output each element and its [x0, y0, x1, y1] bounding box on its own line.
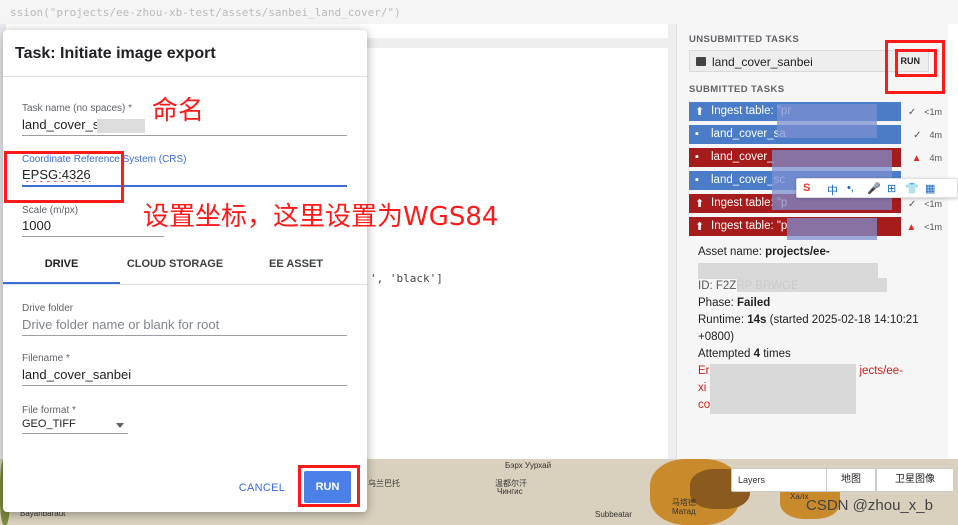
tab-ee-asset[interactable]: EE ASSET [240, 256, 352, 284]
upload-icon: ⬆ [695, 198, 705, 210]
apps-grid-icon[interactable]: ▦ [925, 182, 935, 195]
file-format-label: File format * [22, 405, 76, 416]
tabs-divider [3, 284, 367, 285]
unsubmitted-task-name: land_cover_sanbei [712, 55, 813, 69]
microphone-icon[interactable]: 🎤 [867, 182, 881, 195]
task-meta: ▲ <1m [906, 222, 942, 233]
code-line: ', 'black'] [370, 272, 443, 285]
ime-punctuation-toggle[interactable]: •, [847, 182, 854, 194]
asset-name-value: projects/ee- [765, 246, 830, 258]
runtime-value: 14s [747, 314, 767, 326]
asset-name-line: Asset name: projects/ee- [698, 246, 830, 258]
drive-folder-label: Drive folder [22, 303, 74, 314]
check-icon: ✓ [907, 199, 917, 210]
task-time: <1m [924, 222, 942, 232]
task-meta: ✓ 4m [913, 130, 942, 141]
tab-drive[interactable]: DRIVE [3, 256, 120, 284]
layers-label: Layers [738, 475, 766, 485]
phase-line: Phase: Failed [698, 297, 770, 309]
scale-label: Scale (m/px) [22, 205, 79, 216]
attempted-count: 4 [753, 348, 761, 360]
redaction-blur [97, 119, 145, 133]
redaction-blur [787, 218, 877, 240]
file-format-select[interactable]: GEO_TIFF [22, 416, 128, 434]
task-label: land_cover_ [711, 151, 774, 163]
keyboard-icon[interactable]: ⊞ [887, 182, 896, 195]
code-line: ssion("projects/ee-zhou-xb-test/assets/s… [10, 6, 401, 19]
map-type-button[interactable]: 地图 [826, 468, 876, 492]
warning-icon: ▲ [911, 153, 922, 164]
unsubmitted-tasks-title: UNSUBMITTED TASKS [689, 34, 800, 45]
drive-folder-input[interactable] [22, 316, 347, 336]
error-start: Er [698, 365, 710, 377]
image-icon [696, 57, 706, 66]
map-place-label: 乌兰巴托 [368, 479, 400, 488]
warning-icon: ▲ [906, 222, 917, 233]
runtime-timezone: +0800) [698, 331, 735, 343]
check-icon: ✓ [913, 130, 922, 141]
dialog-title: Task: Initiate image export [15, 45, 216, 62]
redaction-blur [737, 278, 887, 292]
runtime-label: Runtime: [698, 314, 745, 326]
attempted-suffix: times [763, 348, 791, 360]
task-time: 4m [929, 153, 942, 163]
task-label: land_cover_sa [711, 128, 786, 140]
cancel-button[interactable]: CANCEL [231, 476, 293, 500]
check-icon: ✓ [907, 107, 917, 118]
attempted-prefix: Attempted [698, 348, 751, 360]
upload-icon: ⬆ [695, 221, 705, 233]
task-meta: ✓ <1m [908, 107, 942, 118]
task-time: 4m [929, 130, 942, 140]
satellite-type-button[interactable]: 卫星图像 [876, 468, 954, 492]
image-icon: ▪ [695, 128, 699, 140]
redaction-blur [698, 263, 878, 279]
redaction-blur [710, 364, 856, 414]
map-place-label: Матад [672, 507, 696, 516]
upload-icon: ⬆ [695, 106, 705, 118]
annotation-naming-note: 命名 [152, 96, 205, 126]
editor-top-bar: ssion("projects/ee-zhou-xb-test/assets/s… [0, 0, 958, 24]
task-label: Ingest table: "p [711, 220, 788, 232]
error-line: xi [698, 382, 707, 394]
watermark: CSDN @zhou_x_b [806, 497, 933, 514]
asset-name-label: Asset name: [698, 246, 762, 258]
tab-cloud-storage[interactable]: CLOUD STORAGE [120, 256, 230, 284]
attempted-line: Attempted 4 times [698, 348, 791, 360]
file-format-value: GEO_TIFF [22, 418, 76, 430]
runtime-line: Runtime: 14s (started 2025-02-18 14:10:2… [698, 314, 919, 326]
ime-toolbar[interactable]: S 中 •, 🎤 ⊞ 👕 ▦ [796, 178, 958, 198]
annotation-crs-note: 设置坐标，这里设置为WGS84 [143, 202, 499, 232]
caret-down-icon [116, 423, 124, 428]
map-place-label: Subbeatar [595, 510, 632, 519]
image-icon: ▪ [695, 174, 699, 186]
skin-icon[interactable]: 👕 [905, 182, 919, 195]
task-time: <1m [924, 199, 942, 209]
image-icon: ▪ [695, 151, 699, 163]
task-time: <1m [924, 107, 942, 117]
map-place-label: Чингис [497, 487, 523, 496]
task-meta: ▲ 4m [912, 153, 942, 164]
phase-value: Failed [737, 297, 771, 309]
annotation-box-run-button [298, 465, 360, 507]
map-place-label: Бэрх Уурхай [505, 461, 552, 470]
ime-language-toggle[interactable]: 中 [827, 182, 838, 198]
submitted-tasks-title: SUBMITTED TASKS [689, 84, 785, 95]
error-line: co [698, 399, 711, 411]
filename-label: Filename * [22, 353, 70, 364]
annotation-box-run-task-inner [895, 49, 937, 77]
task-meta: ✓ <1m [908, 199, 942, 210]
runtime-started: (started 2025-02-18 14:10:21 [769, 314, 919, 326]
panel-splitter[interactable] [668, 24, 676, 459]
dialog-divider [3, 76, 367, 77]
error-end: jects/ee- [859, 365, 903, 377]
annotation-box-crs [4, 151, 124, 203]
ime-logo-icon[interactable]: S [803, 182, 810, 194]
task-name-label: Task name (no spaces) * [22, 103, 133, 114]
filename-input[interactable] [22, 366, 347, 386]
layers-control[interactable]: Layers [731, 468, 827, 492]
redaction-blur [777, 104, 877, 138]
phase-label: Phase: [698, 297, 734, 309]
